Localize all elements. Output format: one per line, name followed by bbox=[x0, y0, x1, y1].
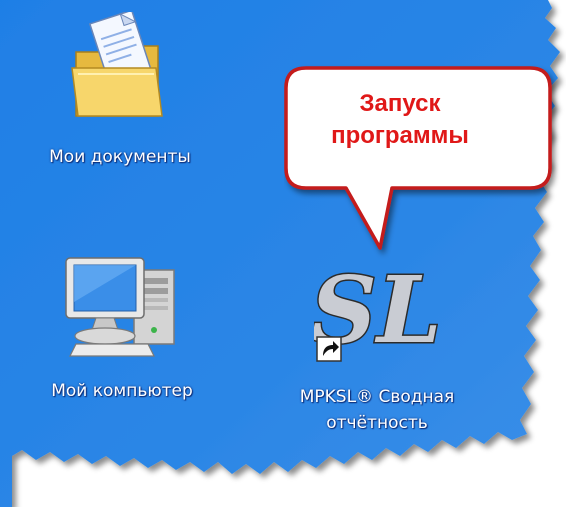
my-computer-label: Мой компьютер bbox=[51, 381, 193, 401]
my-documents-icon[interactable] bbox=[70, 12, 166, 124]
callout-text: Запуск программы bbox=[300, 88, 500, 152]
mpksl-shortcut-icon[interactable]: SL bbox=[314, 256, 438, 364]
my-documents-label: Мои документы bbox=[49, 147, 191, 167]
shortcut-arrow-icon bbox=[316, 336, 342, 362]
mpksl-shortcut-label: MPKSL® Сводная отчётность bbox=[262, 384, 492, 436]
mpksl-label-line2: отчётность bbox=[326, 413, 428, 433]
callout-line2: программы bbox=[331, 122, 469, 149]
mpksl-label-line1: MPKSL® Сводная bbox=[299, 387, 455, 407]
callout-line1: Запуск bbox=[359, 90, 441, 117]
my-computer-icon[interactable] bbox=[62, 252, 186, 364]
desktop-screenshot: Мои документы Мой компьютер SL MPKSL® Св… bbox=[0, 0, 566, 507]
